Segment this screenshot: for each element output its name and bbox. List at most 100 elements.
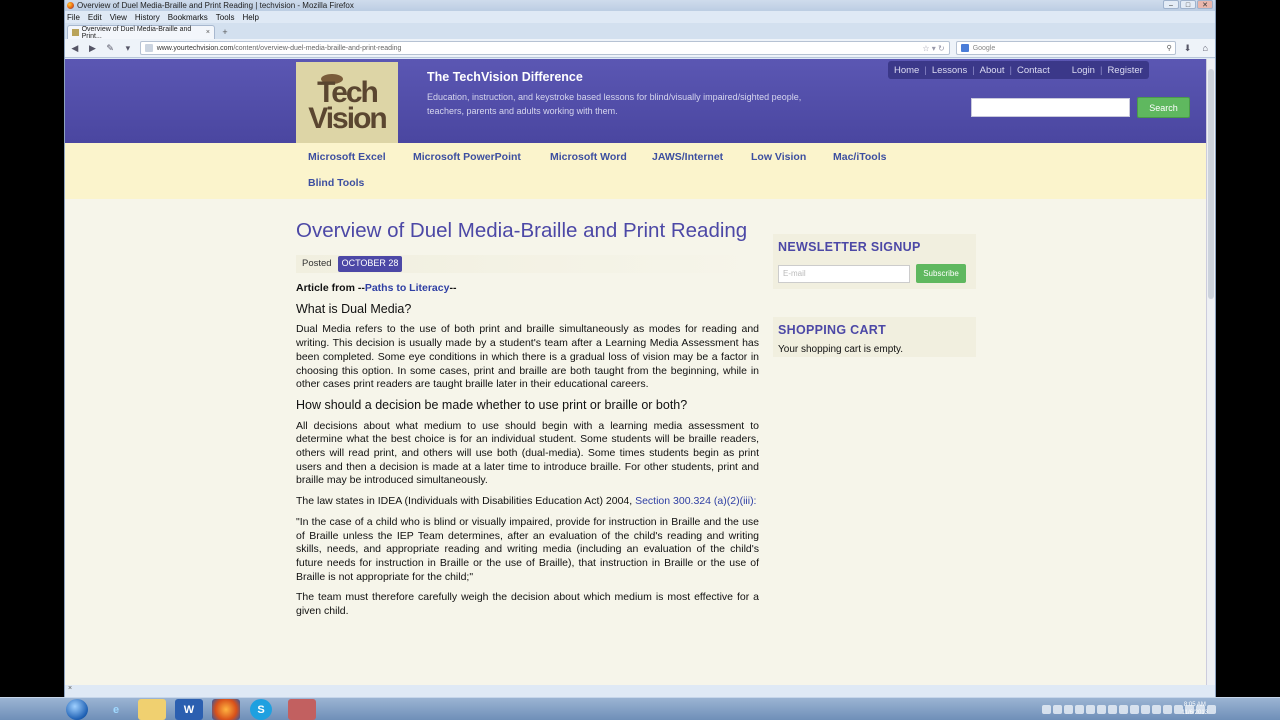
google-icon[interactable] xyxy=(960,44,969,52)
start-button[interactable] xyxy=(66,699,88,720)
cart-title: SHOPPING CART xyxy=(778,323,887,337)
category-excel[interactable]: Microsoft Excel xyxy=(308,151,386,163)
window-controls: – □ ✕ xyxy=(1163,0,1213,9)
search-placeholder: Google xyxy=(972,44,996,52)
home-icon[interactable]: ⌂ xyxy=(1199,43,1211,53)
tray-icon[interactable] xyxy=(1053,705,1062,714)
newsletter-email-input[interactable]: E-mail xyxy=(778,265,910,283)
menu-view[interactable]: View xyxy=(110,13,127,22)
paragraph-how: All decisions about what medium to use s… xyxy=(296,419,759,487)
firefox-window: Overview of Duel Media-Braille and Print… xyxy=(64,0,1216,697)
vertical-scrollbar[interactable] xyxy=(1206,59,1215,685)
logo-text-vision: Vision xyxy=(308,101,387,135)
posted-row: Posted OCTOBER 28 xyxy=(296,255,759,273)
site-identity-icon[interactable] xyxy=(144,44,153,52)
menu-tools[interactable]: Tools xyxy=(216,13,235,22)
tray-icon[interactable] xyxy=(1152,705,1161,714)
paths-to-literacy-link[interactable]: Paths to Literacy xyxy=(365,282,450,294)
tray-icon[interactable] xyxy=(1086,705,1095,714)
firefox-icon xyxy=(67,2,74,9)
top-nav: Home | Lessons | About | Contact Login |… xyxy=(888,61,1149,79)
new-tab-button[interactable]: + xyxy=(218,27,232,39)
site-search-input[interactable] xyxy=(971,98,1130,117)
firefox-taskbar-icon[interactable] xyxy=(212,699,240,720)
site-title: The TechVision Difference xyxy=(427,70,583,84)
tab-close-icon[interactable]: × xyxy=(206,29,210,36)
scrollbar-thumb[interactable] xyxy=(1208,69,1214,299)
heading-how-decide: How should a decision be made whether to… xyxy=(296,397,688,412)
paragraph-law: The law states in IDEA (Individuals with… xyxy=(296,495,759,509)
menu-file[interactable]: File xyxy=(67,13,80,22)
navigation-bar: ◀ ▶ ✎ ▾ www.yourtechvision.com /content/… xyxy=(65,39,1215,58)
site-search-button[interactable]: Search xyxy=(1137,97,1190,118)
tray-icon[interactable] xyxy=(1097,705,1106,714)
app-icon[interactable] xyxy=(288,699,316,720)
menu-edit[interactable]: Edit xyxy=(88,13,102,22)
source-suffix: -- xyxy=(449,282,457,294)
skype-icon[interactable]: S xyxy=(250,699,272,720)
source-prefix: Article from -- xyxy=(296,282,365,294)
nav-about[interactable]: About xyxy=(980,65,1005,76)
pencil-icon[interactable]: ✎ xyxy=(104,43,116,54)
menu-history[interactable]: History xyxy=(135,13,160,22)
nav-register[interactable]: Register xyxy=(1107,65,1142,76)
tab-bar: Overview of Duel Media-Braille and Print… xyxy=(65,23,1215,40)
newsletter-title: NEWSLETTER SIGNUP xyxy=(778,240,921,254)
menu-help[interactable]: Help xyxy=(242,13,258,22)
network-icon[interactable] xyxy=(1207,705,1216,714)
nav-lessons[interactable]: Lessons xyxy=(932,65,967,76)
category-powerpoint[interactable]: Microsoft PowerPoint xyxy=(413,151,521,163)
newsletter-widget: NEWSLETTER SIGNUP E-mail Subscribe xyxy=(773,234,976,289)
taskbar-clock[interactable]: 8:05 AM 11/6/2013 xyxy=(1182,701,1208,717)
search-icon[interactable]: ⚲ xyxy=(1167,44,1175,52)
section-300-324-link[interactable]: Section 300.324 (a)(2)(iii): xyxy=(635,495,756,507)
clock-date: 11/6/2013 xyxy=(1181,710,1208,716)
tray-icon[interactable] xyxy=(1108,705,1117,714)
back-icon[interactable]: ◀ xyxy=(69,43,81,54)
page-viewport: Tech Vision The TechVision Difference Ed… xyxy=(65,59,1207,685)
statusbar-close-icon[interactable]: × xyxy=(68,685,72,692)
tray-icon[interactable] xyxy=(1042,705,1051,714)
close-button[interactable]: ✕ xyxy=(1197,0,1213,9)
category-blind-tools[interactable]: Blind Tools xyxy=(308,177,364,189)
status-bar: × xyxy=(65,685,1215,697)
tray-icon[interactable] xyxy=(1075,705,1084,714)
category-nav: Microsoft Excel Microsoft PowerPoint Mic… xyxy=(65,143,1207,199)
paragraph-what: Dual Media refers to the use of both pri… xyxy=(296,323,759,391)
tray-icon[interactable] xyxy=(1064,705,1073,714)
subscribe-button[interactable]: Subscribe xyxy=(916,264,966,283)
nav-home[interactable]: Home xyxy=(894,65,919,76)
windows-taskbar: e W S 8:05 AM 11/6/2013 xyxy=(0,697,1280,720)
url-path: /content/overview-duel-media-braille-and… xyxy=(233,44,402,52)
url-bar[interactable]: www.yourtechvision.com /content/overview… xyxy=(139,41,950,55)
posted-date-badge: OCTOBER 28 xyxy=(337,256,403,272)
minimize-button[interactable]: – xyxy=(1163,0,1179,9)
tray-icon[interactable] xyxy=(1119,705,1128,714)
category-mac-itools[interactable]: Mac/iTools xyxy=(833,151,886,163)
file-explorer-icon[interactable] xyxy=(138,699,166,720)
category-low-vision[interactable]: Low Vision xyxy=(751,151,806,163)
word-icon[interactable]: W xyxy=(175,699,203,720)
internet-explorer-icon[interactable]: e xyxy=(102,699,130,720)
bookmark-star-icon[interactable]: ☆ ▾ ↻ xyxy=(922,44,948,53)
nav-contact[interactable]: Contact xyxy=(1017,65,1050,76)
download-icon[interactable]: ⬇ xyxy=(1182,43,1194,54)
menu-bookmarks[interactable]: Bookmarks xyxy=(168,13,208,22)
forward-icon[interactable]: ▶ xyxy=(87,43,99,54)
category-jaws-internet[interactable]: JAWS/Internet xyxy=(652,151,723,163)
article-title: Overview of Duel Media-Braille and Print… xyxy=(296,219,748,242)
tray-icon[interactable] xyxy=(1130,705,1139,714)
posted-label: Posted xyxy=(302,258,332,270)
techvision-logo[interactable]: Tech Vision xyxy=(296,62,398,143)
tray-icon[interactable] xyxy=(1163,705,1172,714)
nav-login[interactable]: Login xyxy=(1072,65,1095,76)
browser-search-bar[interactable]: Google ⚲ xyxy=(955,41,1176,55)
tray-icon[interactable] xyxy=(1141,705,1150,714)
shopping-cart-widget: SHOPPING CART Your shopping cart is empt… xyxy=(773,317,976,357)
tab-active[interactable]: Overview of Duel Media-Braille and Print… xyxy=(67,25,215,40)
category-word[interactable]: Microsoft Word xyxy=(550,151,627,163)
maximize-button[interactable]: □ xyxy=(1180,0,1196,9)
favicon-icon xyxy=(72,29,79,36)
dropdown-icon[interactable]: ▾ xyxy=(122,43,134,54)
window-title: Overview of Duel Media-Braille and Print… xyxy=(77,1,354,10)
